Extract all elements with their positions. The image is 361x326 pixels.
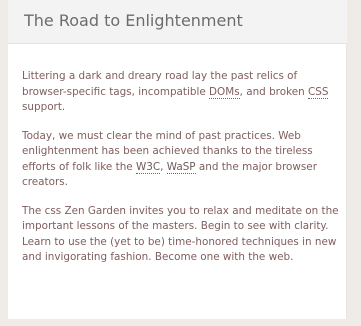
paragraph-3: The css Zen Garden invites you to relax …	[22, 204, 339, 264]
section-content: Littering a dark and dreary road lay the…	[22, 69, 344, 279]
css-abbr: CSS	[308, 85, 329, 99]
doms-abbr: DOMs	[209, 85, 240, 99]
wasp-link[interactable]: WaSP	[166, 160, 196, 174]
paragraph-1-text-c: support.	[22, 101, 66, 113]
w3c-link[interactable]: W3C	[135, 160, 161, 174]
paragraph-2: Today, we must clear the mind of past pr…	[22, 129, 344, 191]
section-title: The Road to Enlightenment	[24, 11, 243, 30]
paragraph-2-text-b: ,	[160, 160, 167, 173]
paragraph-1: Littering a dark and dreary road lay the…	[22, 69, 344, 116]
paragraph-1-text-b: , and broken	[239, 85, 308, 98]
